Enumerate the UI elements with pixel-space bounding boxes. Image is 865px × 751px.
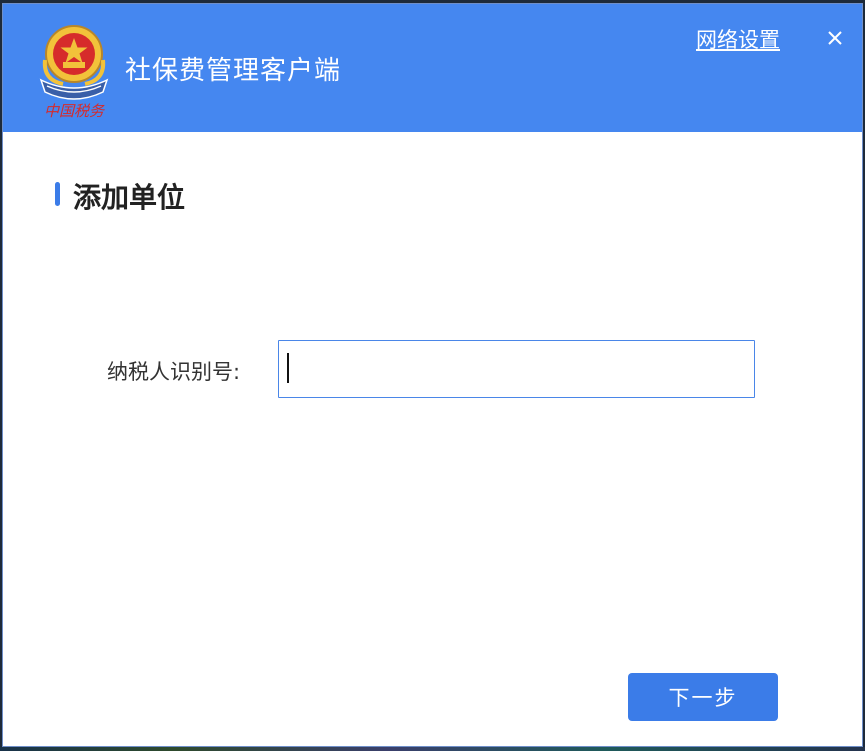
section-title: 添加单位 (73, 181, 186, 214)
title-bar: 中国税务 社保费管理客户端 网络设置 (3, 4, 862, 132)
app-title: 社保费管理客户端 (125, 56, 342, 86)
close-icon[interactable] (821, 24, 849, 52)
taxpayer-id-label: 纳税人识别号: (107, 360, 241, 384)
taxpayer-id-input[interactable] (278, 340, 755, 398)
tax-emblem-icon: 中国税务 (39, 25, 109, 120)
svg-text:中国税务: 中国税务 (44, 102, 106, 120)
text-cursor (287, 353, 289, 383)
desktop-background-strip (0, 747, 865, 751)
add-unit-dialog: 中国税务 社保费管理客户端 网络设置 添加单位 纳税人识别号: 下一步 (2, 3, 863, 747)
section-accent-bar (55, 182, 60, 206)
network-settings-link[interactable]: 网络设置 (696, 24, 780, 54)
next-step-button[interactable]: 下一步 (628, 673, 778, 721)
